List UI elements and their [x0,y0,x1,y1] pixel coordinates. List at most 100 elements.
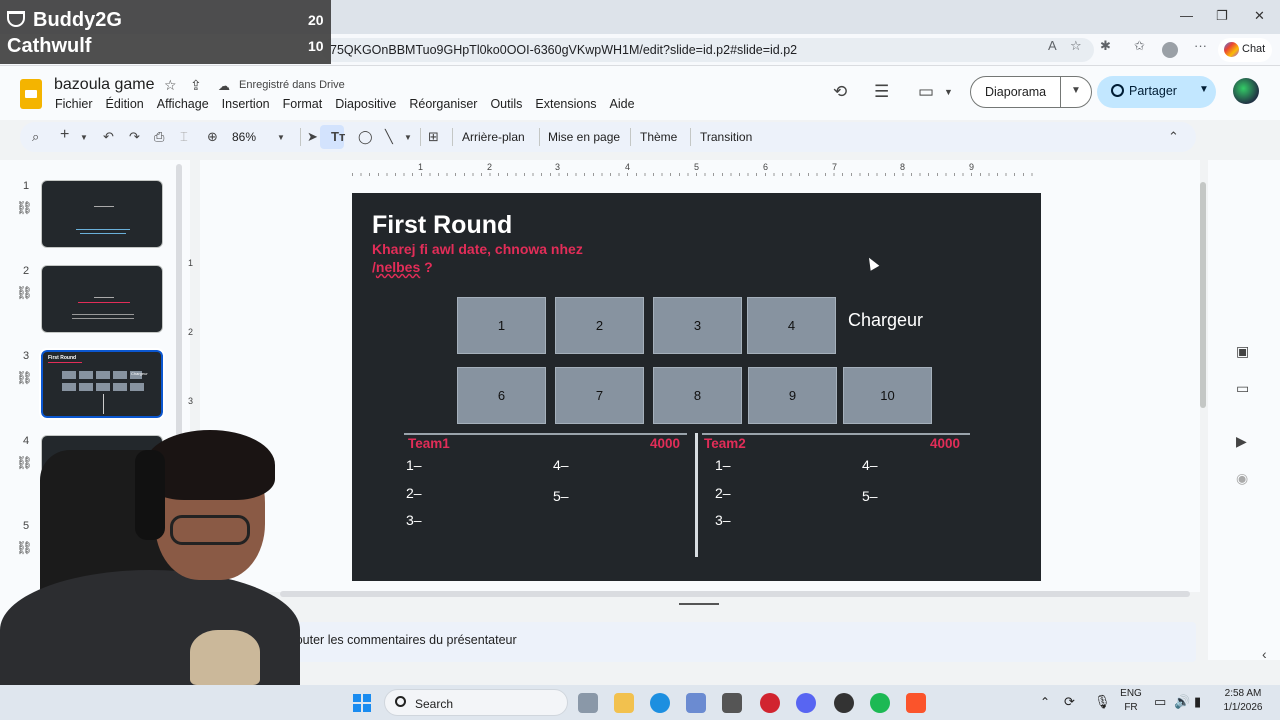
answer-box-3[interactable]: 3 [653,297,742,354]
slide-thumbnail-1[interactable] [41,180,163,248]
chevron-down-icon[interactable]: ▼ [1199,84,1209,95]
opera-gx-icon[interactable] [760,693,780,713]
zoom-value[interactable]: 86% [232,130,256,144]
chevron-left-icon[interactable]: ‹ [1262,646,1267,662]
brave-icon[interactable] [906,693,926,713]
answer-box-8[interactable]: 8 [653,367,742,424]
version-history-icon[interactable]: ⟲ [833,82,847,102]
language-bottom[interactable]: FR [1120,702,1142,713]
line-tool-icon[interactable]: ╲ [385,129,393,145]
clock-date[interactable]: 1/1/2026 [1218,702,1268,713]
menu-reorganiser[interactable]: Réorganiser [409,97,477,111]
slide-thumbnail-3[interactable]: First Round Chargeur [39,348,165,420]
menu-fichier[interactable]: Fichier [55,97,93,111]
transition-button[interactable]: Transition [700,130,752,144]
copilot-chat-button[interactable]: Chat [1218,38,1272,62]
text-box-icon[interactable]: Tт [331,129,345,144]
spotify-icon[interactable] [870,693,890,713]
app-icon[interactable] [722,693,742,713]
url-text[interactable]: 75QKGOnBBMTuo9GHpTl0ko0OOI-6360gVKwpWH1M… [330,43,797,57]
folder-icon[interactable]: ▭ [1236,380,1249,397]
discord-icon[interactable] [796,693,816,713]
battery-icon[interactable]: ▮ [1194,694,1201,710]
notes-resize-handle[interactable] [679,603,719,605]
favorites-icon[interactable]: ✩ [1134,38,1145,54]
video-player-icon[interactable]: ▶ [1236,433,1247,450]
speaker-notes[interactable]: ajouter les commentaires du présentateur [200,622,1196,662]
team1-slot-1[interactable]: 1– [406,457,422,473]
speaker-notes-placeholder[interactable]: ajouter les commentaires du présentateur [286,633,517,647]
team1-slot-3[interactable]: 3– [406,512,422,528]
team1-points[interactable]: 4000 [650,436,680,451]
taskbar-search[interactable]: Search [384,689,568,716]
clock-time[interactable]: 2:58 AM [1218,688,1268,699]
team1-slot-4[interactable]: 4– [553,457,569,473]
microphone-icon[interactable]: 🎙 [1094,694,1111,710]
store-icon[interactable] [686,693,706,713]
task-view-icon[interactable] [578,693,598,713]
add-comment-icon[interactable]: ⊞ [428,129,439,145]
new-slide-icon[interactable]: + [60,126,69,144]
start-windows-icon[interactable] [353,694,371,712]
keep-notes-icon[interactable]: ▣ [1236,343,1249,360]
current-slide[interactable]: First Round Kharej fi awl date, chnowa n… [352,193,1041,581]
restore-icon[interactable]: ❐ [1216,8,1228,24]
file-explorer-icon[interactable] [614,693,634,713]
team1-slot-5[interactable]: 5– [553,488,569,504]
menu-format[interactable]: Format [283,97,323,111]
close-icon[interactable]: ✕ [1254,8,1265,24]
obs-icon[interactable] [834,693,854,713]
slide-thumbnail-2[interactable] [41,265,163,333]
address-bar[interactable]: 75QKGOnBBMTuo9GHpTl0ko0OOI-6360gVKwpWH1M… [322,38,1094,62]
chevron-down-icon[interactable]: ▼ [277,133,285,142]
menu-edition[interactable]: Édition [106,97,144,111]
edge-browser-icon[interactable] [650,693,670,713]
layout-button[interactable]: Mise en page [548,130,620,144]
network-icon[interactable]: ▭ [1154,694,1166,710]
slides-logo-icon[interactable] [20,79,42,109]
comments-icon[interactable]: ☰ [874,82,889,102]
slide-title[interactable]: First Round [372,211,512,240]
volume-icon[interactable]: 🔊 [1174,694,1190,710]
account-avatar[interactable] [1233,78,1259,104]
team2-slot-1[interactable]: 1– [715,457,731,473]
answer-box-10[interactable]: 10 [843,367,932,424]
collapse-toolbar-icon[interactable]: ⌃ [1168,129,1179,145]
team2-slot-3[interactable]: 3– [715,512,731,528]
minimize-icon[interactable]: — [1180,8,1193,23]
team1-label[interactable]: Team1 [408,436,450,451]
menu-extensions[interactable]: Extensions [535,97,596,111]
team2-slot-5[interactable]: 5– [862,488,878,504]
share-button[interactable]: Partager ▼ [1097,76,1216,108]
answer-box-4[interactable]: 4 [747,297,836,354]
menu-outils[interactable]: Outils [490,97,522,111]
answer-box-6[interactable]: 6 [457,367,546,424]
background-button[interactable]: Arrière-plan [462,130,525,144]
menu-aide[interactable]: Aide [610,97,635,111]
team2-slot-4[interactable]: 4– [862,457,878,473]
menu-insertion[interactable]: Insertion [222,97,270,111]
document-title[interactable]: bazoula game [54,76,155,94]
team2-slot-2[interactable]: 2– [715,485,731,501]
team2-points[interactable]: 4000 [930,436,960,451]
team1-slot-2[interactable]: 2– [406,485,422,501]
chevron-down-icon[interactable]: ▼ [944,87,953,97]
canvas-scrollbar[interactable] [1200,182,1206,408]
language-top[interactable]: ENG [1120,688,1142,699]
star-icon[interactable]: ☆ [164,77,177,94]
move-to-drive-icon[interactable]: ⇪ [190,77,202,94]
answer-box-9[interactable]: 9 [748,367,837,424]
undo-icon[interactable]: ↶ [103,129,114,145]
chevron-down-icon[interactable]: ▼ [1071,85,1081,96]
chevron-up-icon[interactable]: ⌃ [1040,695,1050,709]
answer-box-2[interactable]: 2 [555,297,644,354]
extensions-icon[interactable]: ✱ [1100,38,1111,54]
read-aloud-icon[interactable]: A [1048,38,1057,53]
redo-icon[interactable]: ↷ [129,129,140,145]
print-icon[interactable]: ⎙ [154,129,164,145]
sync-icon[interactable]: ⟳ [1064,694,1075,710]
search-menus-icon[interactable]: ⌕ [32,129,39,145]
answer-box-1[interactable]: 1 [457,297,546,354]
menu-affichage[interactable]: Affichage [157,97,209,111]
favorite-star-icon[interactable]: ☆ [1070,38,1082,54]
